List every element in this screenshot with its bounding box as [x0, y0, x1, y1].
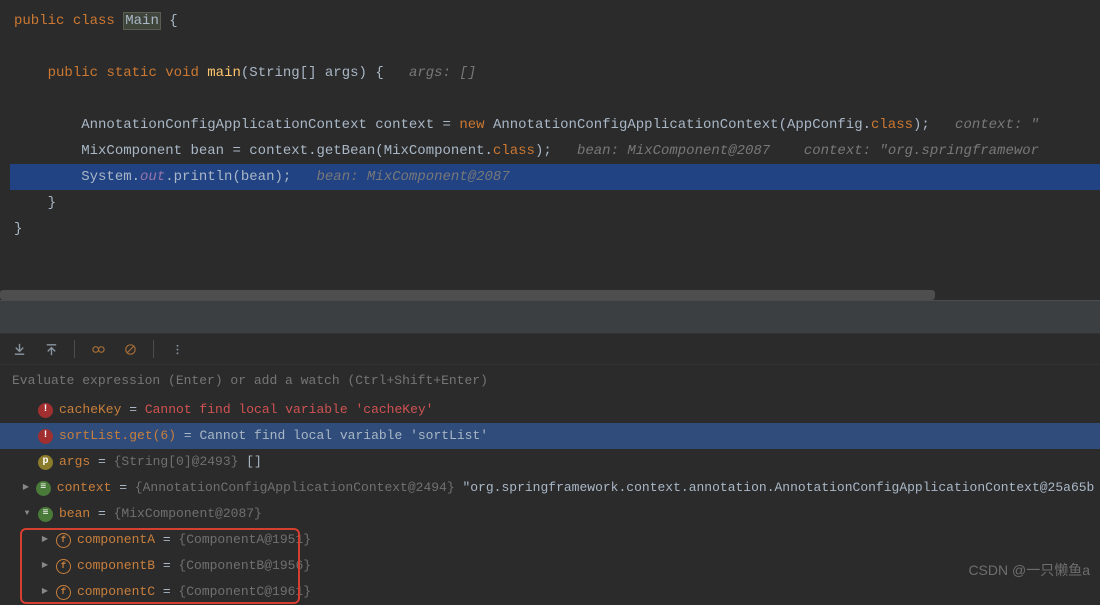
error-icon: ! [38, 429, 53, 444]
field-icon: f [56, 559, 71, 574]
disable-watch-icon[interactable] [121, 340, 139, 358]
code-line [10, 86, 1100, 112]
more-icon[interactable] [168, 340, 186, 358]
evaluate-expression-row[interactable] [0, 365, 1100, 397]
object-icon: ≡ [38, 507, 53, 522]
current-execution-line[interactable]: System.out.println(bean); bean: MixCompo… [10, 164, 1100, 190]
watch-row-componentc[interactable]: f componentC = {ComponentC@1961} [0, 579, 1100, 605]
watch-row-args[interactable]: p args = {String[0]@2493} [] [0, 449, 1100, 475]
evaluate-expression-input[interactable] [12, 373, 1088, 388]
toolbar-separator [153, 340, 154, 358]
glasses-icon[interactable] [89, 340, 107, 358]
horizontal-scrollbar[interactable] [0, 290, 1100, 300]
expand-arrow-icon[interactable] [40, 556, 50, 576]
variables-panel[interactable]: ! cacheKey = Cannot find local variable … [0, 397, 1100, 605]
debug-toolbar [0, 334, 1100, 365]
expand-arrow-icon[interactable] [22, 478, 30, 498]
field-icon: f [56, 585, 71, 600]
watermark-text: CSDN @一只懒鱼a [968, 560, 1090, 580]
code-line [10, 34, 1100, 60]
expand-arrow-icon[interactable] [40, 530, 50, 550]
code-line: MixComponent bean = context.getBean(MixC… [10, 138, 1100, 164]
code-line: public class Main { [10, 8, 1100, 34]
code-line: } [10, 190, 1100, 216]
collapse-arrow-icon[interactable] [22, 504, 32, 524]
watch-row-context[interactable]: ≡ context = {AnnotationConfigApplication… [0, 475, 1100, 501]
param-icon: p [38, 455, 53, 470]
watch-row-cachekey[interactable]: ! cacheKey = Cannot find local variable … [0, 397, 1100, 423]
code-line: public static void main(String[] args) {… [10, 60, 1100, 86]
step-into-icon[interactable] [10, 340, 28, 358]
watch-row-bean[interactable]: ≡ bean = {MixComponent@2087} [0, 501, 1100, 527]
code-line: AnnotationConfigApplicationContext conte… [10, 112, 1100, 138]
step-out-icon[interactable] [42, 340, 60, 358]
code-editor[interactable]: public class Main { public static void m… [0, 0, 1100, 300]
watch-row-sortlist[interactable]: ! sortList.get(6) = Cannot find local va… [0, 423, 1100, 449]
error-icon: ! [38, 403, 53, 418]
field-icon: f [56, 533, 71, 548]
watch-row-componenta[interactable]: f componentA = {ComponentA@1951} [0, 527, 1100, 553]
toolbar-separator [74, 340, 75, 358]
code-line: } [10, 216, 1100, 242]
panel-divider[interactable] [0, 300, 1100, 334]
object-icon: ≡ [36, 481, 51, 496]
watch-row-componentb[interactable]: f componentB = {ComponentB@1956} [0, 553, 1100, 579]
expand-arrow-icon[interactable] [40, 582, 50, 602]
